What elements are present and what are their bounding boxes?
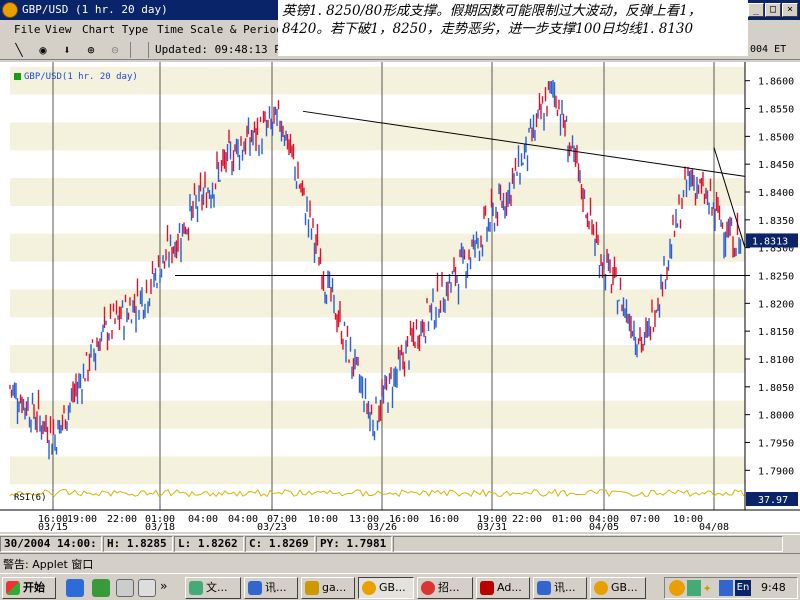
y-tick-label: 1.8150: [758, 327, 794, 338]
x-date-label: 04/08: [699, 522, 729, 532]
taskbar: 开始 » 文... 讯... ga... GB... 招... Ad... 讯.…: [0, 573, 800, 600]
chevron-icon[interactable]: »: [160, 579, 167, 593]
task-btn-6[interactable]: Ad...: [476, 577, 530, 599]
x-time-label: 16:00: [429, 514, 459, 525]
maximize-button[interactable]: □: [765, 3, 781, 17]
close-button[interactable]: ×: [782, 3, 798, 17]
x-date-label: 03/23: [257, 522, 287, 532]
status-low: L: 1.8262: [174, 536, 244, 552]
clock: 9:48: [761, 581, 786, 594]
y-tick-label: 1.8550: [758, 105, 794, 116]
y-tick-label: 1.8250: [758, 272, 794, 283]
rsi-label: RSI(6): [14, 493, 47, 503]
menu-time-scale[interactable]: Time Scale & Period: [157, 23, 283, 36]
rsi-line: [9, 488, 745, 498]
tray-icon-2[interactable]: [687, 580, 701, 596]
y-tick-label: 1.8500: [758, 132, 794, 143]
status-datetime: 30/2004 14:00:: [0, 536, 102, 552]
grid-band: [10, 345, 745, 373]
download-icon[interactable]: ⬇: [58, 42, 76, 58]
task-btn-4[interactable]: GB...: [358, 577, 414, 599]
news-overlay: 英镑1. 8250/80形成支撑。假期因数可能限制过大波动，反弹上看1，8420…: [278, 0, 748, 56]
grid-band: [10, 233, 745, 262]
window-icon[interactable]: [138, 579, 156, 597]
ie-icon[interactable]: [66, 579, 84, 597]
grid-band: [10, 456, 745, 485]
grid-band: [10, 178, 745, 206]
y-tick-label: 1.8600: [758, 77, 794, 88]
grid-band: [10, 122, 745, 151]
status-bar: 30/2004 14:00: H: 1.8285 L: 1.8262 C: 1.…: [0, 534, 800, 552]
menu-chart-type[interactable]: Chart Type: [82, 23, 148, 36]
app-icon: [2, 2, 18, 18]
zoom-in-icon[interactable]: ⊕: [82, 42, 100, 58]
status-prev: PY: 1.7981: [316, 536, 392, 552]
legend-swatch: [14, 73, 21, 80]
x-time-label: 22:00: [107, 514, 137, 525]
outlook-icon[interactable]: [92, 579, 110, 597]
last-price-label: 1.8313: [752, 236, 788, 247]
x-time-label: 01:00: [552, 514, 582, 525]
toolbar-divider: [148, 42, 149, 58]
system-tray: ✦ En 9:48: [664, 577, 798, 599]
chart-legend: GBP/USD(1 hr. 20 day): [24, 72, 138, 82]
status-empty: [393, 536, 783, 552]
tray-icon-3[interactable]: [719, 580, 733, 596]
grid-band: [10, 289, 745, 318]
lightbulb-icon[interactable]: ✦: [703, 580, 717, 596]
status-close: C: 1.8269: [245, 536, 315, 552]
y-tick-label: 1.7950: [758, 438, 794, 449]
x-date-label: 03/15: [38, 522, 68, 532]
x-time-label: 07:00: [630, 514, 660, 525]
y-tick-label: 1.8000: [758, 411, 794, 422]
x-date-label: 03/31: [477, 522, 507, 532]
desktop-icon[interactable]: [116, 579, 134, 597]
x-date-label: 03/18: [145, 522, 175, 532]
x-time-label: 04:00: [228, 514, 258, 525]
minimize-button[interactable]: _: [748, 3, 764, 17]
menu-view[interactable]: View: [45, 23, 72, 36]
x-time-label: 22:00: [512, 514, 542, 525]
x-time-label: 10:00: [308, 514, 338, 525]
y-tick-label: 1.8050: [758, 383, 794, 394]
y-tick-label: 1.8450: [758, 160, 794, 171]
rsi-value-label: 37.97: [758, 495, 788, 506]
y-tick-label: 1.8400: [758, 188, 794, 199]
lang-indicator[interactable]: En: [735, 580, 751, 596]
y-tick-label: 1.8200: [758, 299, 794, 310]
toolbar-divider: [130, 42, 131, 58]
price-chart[interactable]: 1.8600 1.8550 1.8500 1.8450 1.8400 1.8350 1.83…: [0, 62, 800, 532]
tray-icon-1[interactable]: [669, 580, 685, 596]
updated-time: Updated: 09:48:13 PM: [155, 43, 288, 56]
task-btn-2[interactable]: 讯...: [244, 577, 298, 599]
menu-file[interactable]: File: [14, 23, 41, 36]
task-btn-3[interactable]: ga...: [301, 577, 355, 599]
task-btn-8[interactable]: GB...: [590, 577, 646, 599]
applet-warning: 警告: Applet 窗口: [0, 553, 800, 571]
start-button[interactable]: 开始: [2, 577, 56, 599]
et-label: 004 ET: [750, 44, 787, 55]
window-title: GBP/USD (1 hr. 20 day): [22, 3, 168, 16]
windows-logo-icon: [6, 581, 20, 595]
x-time-label: 04:00: [188, 514, 218, 525]
x-date-label: 03/26: [367, 522, 397, 532]
task-btn-5[interactable]: 招...: [417, 577, 473, 599]
y-tick-label: 1.8100: [758, 355, 794, 366]
draw-line-icon[interactable]: ╲: [10, 42, 28, 58]
select-point-icon[interactable]: ◉: [34, 42, 52, 58]
x-time-label: 19:00: [67, 514, 97, 525]
start-label: 开始: [23, 581, 45, 594]
task-btn-1[interactable]: 文...: [185, 577, 241, 599]
zoom-out-icon[interactable]: ⊖: [106, 42, 124, 58]
chart-svg: 1.8600 1.8550 1.8500 1.8450 1.8400 1.8350 1.83…: [0, 62, 800, 532]
x-date-label: 04/05: [589, 522, 619, 532]
y-tick-label: 1.8350: [758, 216, 794, 227]
status-high: H: 1.8285: [103, 536, 173, 552]
task-btn-7[interactable]: 讯...: [533, 577, 587, 599]
y-tick-label: 1.7900: [758, 466, 794, 477]
